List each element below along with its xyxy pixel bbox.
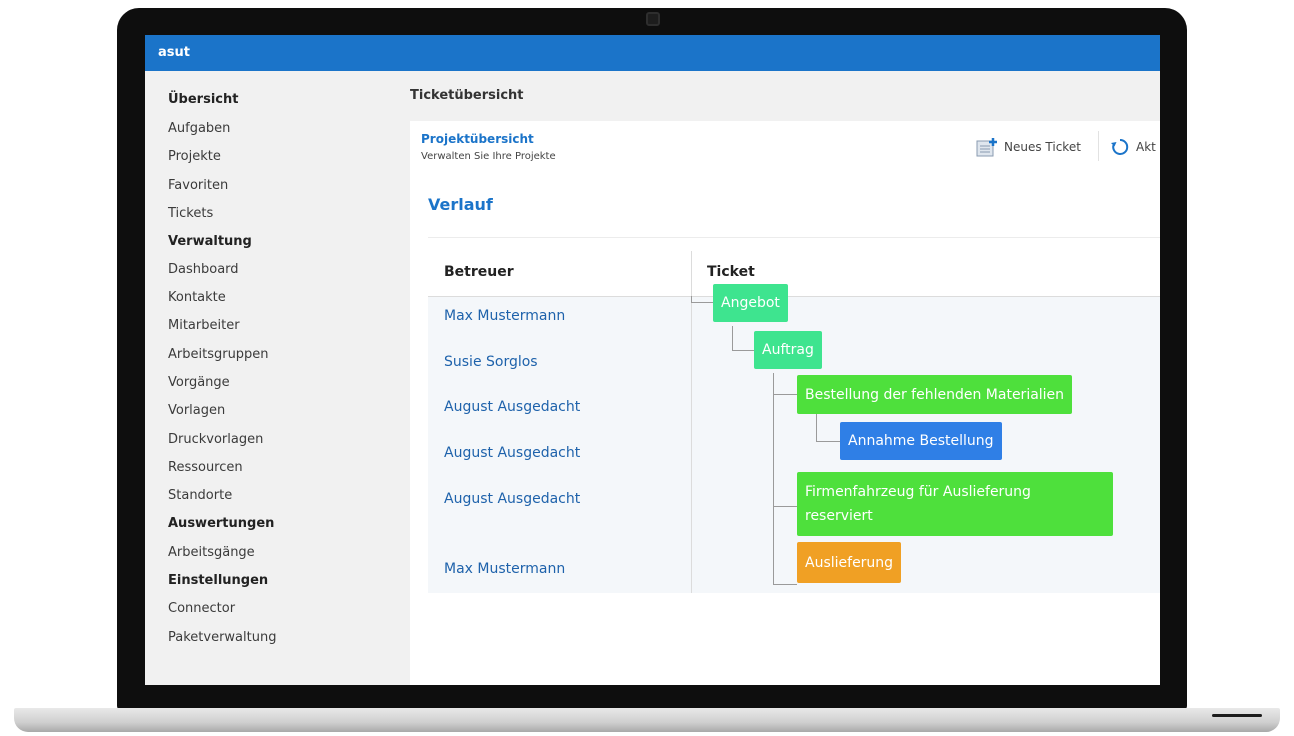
sidebar-item-verwaltung[interactable]: Verwaltung [168, 234, 252, 249]
content-panel: Projektübersicht Verwalten Sie Ihre Proj… [410, 121, 1160, 685]
new-ticket-label: Neues Ticket [1004, 140, 1081, 154]
sidebar-item-druckvorlagen[interactable]: Druckvorlagen [168, 432, 263, 447]
sidebar-item-auswertungen[interactable]: Auswertungen [168, 516, 274, 531]
sidebar-item-favoriten[interactable]: Favoriten [168, 178, 228, 193]
sidebar-item-arbeitsgruppen[interactable]: Arbeitsgruppen [168, 347, 269, 362]
sidebar-item-kontakte[interactable]: Kontakte [168, 290, 226, 305]
sidebar: Übersicht Aufgaben Projekte Favoriten Ti… [145, 71, 410, 685]
sidebar-item-paketverwaltung[interactable]: Paketverwaltung [168, 630, 276, 645]
ticket-node-bestellung[interactable]: Bestellung der fehlenden Materialien [797, 375, 1073, 414]
ticket-label-line2: reserviert [805, 508, 873, 524]
assignee-cell[interactable]: August Ausgedacht [444, 491, 580, 507]
ticket-node-auslieferung[interactable]: Auslieferung [797, 542, 902, 583]
sidebar-item-uebersicht[interactable]: Übersicht [168, 92, 238, 107]
assignee-cell[interactable]: Max Mustermann [444, 308, 565, 324]
new-ticket-button[interactable]: Neues Ticket [976, 137, 1081, 157]
refresh-icon [1110, 137, 1130, 157]
webcam [646, 12, 660, 26]
sidebar-item-mitarbeiter[interactable]: Mitarbeiter [168, 318, 240, 333]
main-header: Ticketübersicht [410, 71, 1160, 121]
refresh-button[interactable]: Akt [1110, 137, 1156, 157]
tree-connector [816, 414, 817, 441]
sidebar-item-aufgaben[interactable]: Aufgaben [168, 121, 230, 136]
ticket-label: Annahme Bestellung [848, 433, 994, 449]
app-title-bar: asut [145, 35, 1160, 71]
sidebar-item-standorte[interactable]: Standorte [168, 488, 232, 503]
assignee-cell[interactable]: August Ausgedacht [444, 399, 580, 415]
laptop-base-notch [1212, 714, 1262, 717]
panel-subtitle: Verwalten Sie Ihre Projekte [421, 151, 556, 162]
assignee-cell[interactable]: Susie Sorglos [444, 354, 538, 370]
toolbar-separator [1098, 131, 1099, 161]
ticket-label-line1: Firmenfahrzeug für Auslieferung [805, 484, 1031, 500]
sidebar-item-connector[interactable]: Connector [168, 601, 235, 616]
tree-connector [732, 350, 754, 351]
ticket-label: Auftrag [762, 342, 814, 358]
tree-connector [773, 394, 797, 395]
page-title: Ticketübersicht [410, 88, 524, 103]
assignee-cell[interactable]: Max Mustermann [444, 561, 565, 577]
new-ticket-icon [976, 137, 998, 157]
app-title: asut [158, 45, 190, 60]
ticket-node-auftrag[interactable]: Auftrag [754, 331, 822, 369]
grid-header: Betreuer Ticket [428, 251, 1160, 297]
assignee-cell[interactable]: August Ausgedacht [444, 445, 580, 461]
ticket-node-annahme[interactable]: Annahme Bestellung [840, 422, 1002, 460]
sidebar-item-arbeitsgaenge[interactable]: Arbeitsgänge [168, 545, 255, 560]
section-divider [428, 237, 1160, 238]
column-header-ticket[interactable]: Ticket [707, 264, 755, 280]
ticket-node-angebot[interactable]: Angebot [713, 284, 788, 322]
ticket-label: Auslieferung [805, 554, 894, 571]
tree-connector [732, 326, 733, 350]
ticket-label: Bestellung der fehlenden Materialien [805, 386, 1065, 403]
sidebar-item-einstellungen[interactable]: Einstellungen [168, 573, 268, 588]
sidebar-item-dashboard[interactable]: Dashboard [168, 262, 239, 277]
tree-connector [773, 373, 774, 584]
column-header-assignee[interactable]: Betreuer [444, 264, 514, 280]
tree-connector [691, 302, 713, 303]
panel-title: Projektübersicht [421, 132, 534, 146]
history-grid: Betreuer Ticket Max Mustermann Susie Sor… [428, 251, 1160, 593]
tree-connector [816, 441, 840, 442]
sidebar-item-ressourcen[interactable]: Ressourcen [168, 460, 243, 475]
tree-connector [773, 506, 797, 507]
section-title: Verlauf [428, 195, 493, 214]
tree-connector [773, 584, 797, 585]
sidebar-item-tickets[interactable]: Tickets [168, 206, 213, 221]
ticket-node-firmenfahrzeug[interactable]: Firmenfahrzeug für Auslieferung reservie… [797, 472, 1113, 536]
laptop-base [14, 708, 1280, 732]
app-screen: asut Übersicht Aufgaben Projekte Favorit… [145, 35, 1160, 685]
ticket-label: Angebot [721, 295, 780, 311]
sidebar-item-projekte[interactable]: Projekte [168, 149, 221, 164]
sidebar-item-vorlagen[interactable]: Vorlagen [168, 403, 225, 418]
refresh-label: Akt [1136, 140, 1156, 154]
sidebar-item-vorgaenge[interactable]: Vorgänge [168, 375, 230, 390]
